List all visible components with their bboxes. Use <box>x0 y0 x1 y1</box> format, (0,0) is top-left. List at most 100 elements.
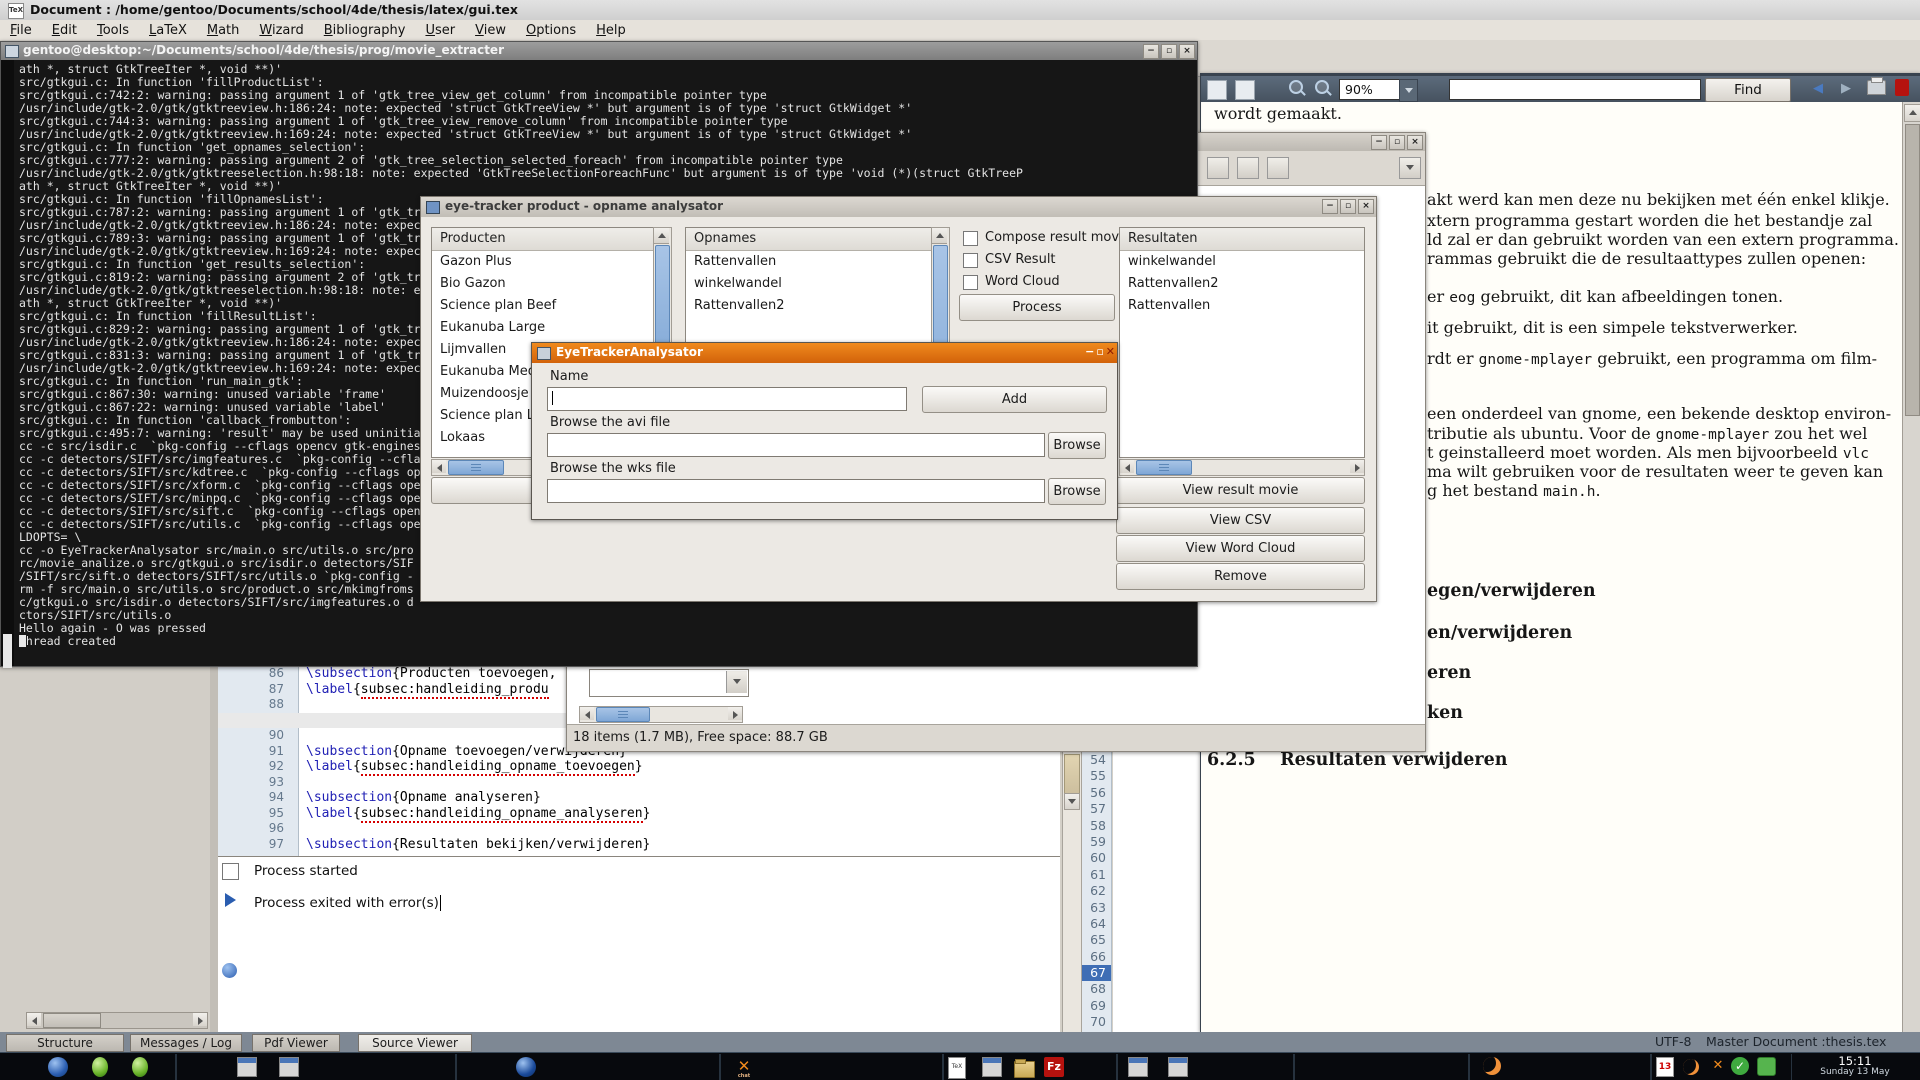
window-task-icon[interactable] <box>237 1057 257 1077</box>
terminal-titlebar[interactable]: gentoo@desktop:~/Documents/school/4de/th… <box>1 42 1197 60</box>
scroll-right-icon[interactable] <box>728 707 742 720</box>
dialog-add-button[interactable]: Add <box>922 386 1107 413</box>
pdf-reader-icon[interactable] <box>1895 79 1909 96</box>
find-input[interactable] <box>1449 79 1701 100</box>
fm-location-combobox[interactable] <box>589 669 749 697</box>
checkbox-label[interactable]: CSV Result <box>985 252 1056 267</box>
list-item[interactable]: Rattenvallen2 <box>1120 273 1364 295</box>
filezilla-icon[interactable]: Fz <box>1044 1057 1064 1077</box>
messenger-tray-icon[interactable] <box>1757 1057 1776 1076</box>
kile-titlebar[interactable]: TeX Document : /home/gentoo/Documents/sc… <box>0 0 1920 21</box>
scroll-up-icon[interactable] <box>1904 104 1920 122</box>
maximize-icon[interactable]: ▫ <box>1161 44 1177 59</box>
opnames-header[interactable]: Opnames <box>686 228 932 251</box>
list-item[interactable]: Science plan Beef <box>432 295 654 317</box>
avi-file-input[interactable] <box>547 433 1045 457</box>
calendar-tray-icon[interactable]: 13 <box>1656 1057 1674 1077</box>
browser-icon[interactable] <box>48 1057 68 1077</box>
pdf-vscrollbar[interactable] <box>1902 102 1920 1032</box>
scrollbar-thumb[interactable] <box>448 460 504 475</box>
list-item[interactable]: winkelwandel <box>1120 251 1364 273</box>
tex-doc-icon[interactable]: TeX <box>948 1057 966 1079</box>
menu-file[interactable]: File <box>0 20 42 40</box>
kile-log-panel[interactable]: Process started Process exited with erro… <box>218 856 1060 1033</box>
close-icon[interactable]: × <box>1358 199 1374 214</box>
close-icon[interactable]: × <box>1407 135 1423 150</box>
print-icon[interactable] <box>1867 80 1886 95</box>
previous-icon[interactable]: ◀ <box>1813 81 1823 96</box>
menu-view[interactable]: View <box>465 20 516 40</box>
fm-tool-icon[interactable] <box>1207 157 1229 179</box>
page-icon[interactable] <box>1207 80 1227 100</box>
list-item[interactable]: Rattenvallen <box>686 251 932 273</box>
resultaten-list[interactable]: Resultaten winkelwandelRattenvallen2Ratt… <box>1119 227 1365 458</box>
window-task-icon[interactable] <box>1168 1057 1188 1077</box>
menu-wizard[interactable]: Wizard <box>249 20 313 40</box>
view-result-movie-button[interactable]: View result movie <box>1116 477 1365 504</box>
fm-tool-icon[interactable] <box>1237 157 1259 179</box>
chevron-down-icon[interactable] <box>1399 79 1418 102</box>
avi-browse-button[interactable]: Browse <box>1048 432 1106 459</box>
list-item[interactable]: Eukanuba Large <box>432 317 654 339</box>
menu-math[interactable]: Math <box>197 20 250 40</box>
scroll-down-icon[interactable] <box>1064 793 1080 810</box>
checkbox-label[interactable]: Word Cloud <box>985 274 1060 289</box>
chat-tray-icon[interactable]: ✕ <box>1708 1057 1728 1077</box>
tab-messages-log[interactable]: Messages / Log <box>130 1034 242 1052</box>
list-item[interactable]: Gazon Plus <box>432 251 654 273</box>
chevron-down-icon[interactable] <box>1399 157 1421 179</box>
code-line[interactable]: \subsection{Resultaten bekijken/verwijde… <box>306 837 1060 853</box>
close-icon[interactable]: ✕ <box>1106 345 1115 358</box>
list-item[interactable]: winkelwandel <box>686 273 932 295</box>
view-csv-button[interactable]: View CSV <box>1116 507 1365 534</box>
tab-source-viewer[interactable]: Source Viewer <box>358 1034 472 1052</box>
menu-help[interactable]: Help <box>586 20 636 40</box>
next-icon[interactable]: ▶ <box>1841 81 1851 96</box>
window-task-icon[interactable] <box>982 1057 1002 1077</box>
list-item[interactable]: Rattenvallen2 <box>686 295 932 317</box>
code-line[interactable] <box>306 775 1060 791</box>
resultaten-hscrollbar[interactable] <box>1119 459 1365 476</box>
sidebar-hscrollbar[interactable] <box>26 1012 208 1029</box>
code-line[interactable] <box>306 821 1060 837</box>
log-doc-icon[interactable] <box>222 863 239 880</box>
minimize-icon[interactable]: − <box>1085 345 1094 358</box>
wks-browse-button[interactable]: Browse <box>1048 478 1106 505</box>
menu-edit[interactable]: Edit <box>42 20 87 40</box>
list-item[interactable]: Rattenvallen <box>1120 295 1364 317</box>
window-task-icon[interactable] <box>279 1057 299 1077</box>
tab-pdf-viewer[interactable]: Pdf Viewer <box>252 1034 340 1052</box>
app-green-icon[interactable] <box>92 1057 108 1077</box>
taskbar-clock[interactable]: 15:11 Sunday 13 May <box>1791 1054 1918 1080</box>
csv-result-checkbox[interactable] <box>963 253 978 268</box>
scroll-left-icon[interactable] <box>27 1013 41 1026</box>
fm-hscrollbar[interactable] <box>579 706 743 723</box>
scrollbar-thumb[interactable] <box>596 707 650 722</box>
terminal-scrollbar[interactable] <box>1 60 14 666</box>
dialog-titlebar[interactable]: EyeTrackerAnalysator − ▫ ✕ <box>532 343 1117 363</box>
scroll-left-icon[interactable] <box>580 707 594 720</box>
maximize-icon[interactable]: ▫ <box>1096 345 1103 358</box>
compose-result-movie-checkbox[interactable] <box>963 231 978 246</box>
log-globe-icon[interactable] <box>222 963 237 978</box>
find-button[interactable]: Find <box>1705 78 1791 102</box>
scrollbar-thumb[interactable] <box>3 634 12 668</box>
word-cloud-checkbox[interactable] <box>963 275 978 290</box>
name-input[interactable] <box>547 387 907 411</box>
scroll-left-icon[interactable] <box>1120 460 1134 473</box>
zoom-in-icon[interactable] <box>1289 80 1303 94</box>
maximize-icon[interactable]: ▫ <box>1389 135 1405 150</box>
menu-latex[interactable]: LaTeX <box>139 20 197 40</box>
checkbox-label[interactable]: Compose result movie <box>985 230 1131 245</box>
chat-icon[interactable]: ✕chat <box>734 1057 754 1077</box>
tab-structure[interactable]: Structure <box>6 1034 124 1052</box>
zoom-level-combobox[interactable]: 90% <box>1339 79 1404 100</box>
process-button[interactable]: Process <box>959 294 1115 321</box>
pages-icon[interactable] <box>1235 80 1255 100</box>
menu-bibliography[interactable]: Bibliography <box>314 20 416 40</box>
wks-file-input[interactable] <box>547 479 1045 503</box>
view-word-cloud-button[interactable]: View Word Cloud <box>1116 535 1365 562</box>
resultaten-header[interactable]: Resultaten <box>1120 228 1364 251</box>
app-green-icon[interactable] <box>132 1057 148 1077</box>
folder-icon[interactable] <box>1014 1061 1035 1078</box>
